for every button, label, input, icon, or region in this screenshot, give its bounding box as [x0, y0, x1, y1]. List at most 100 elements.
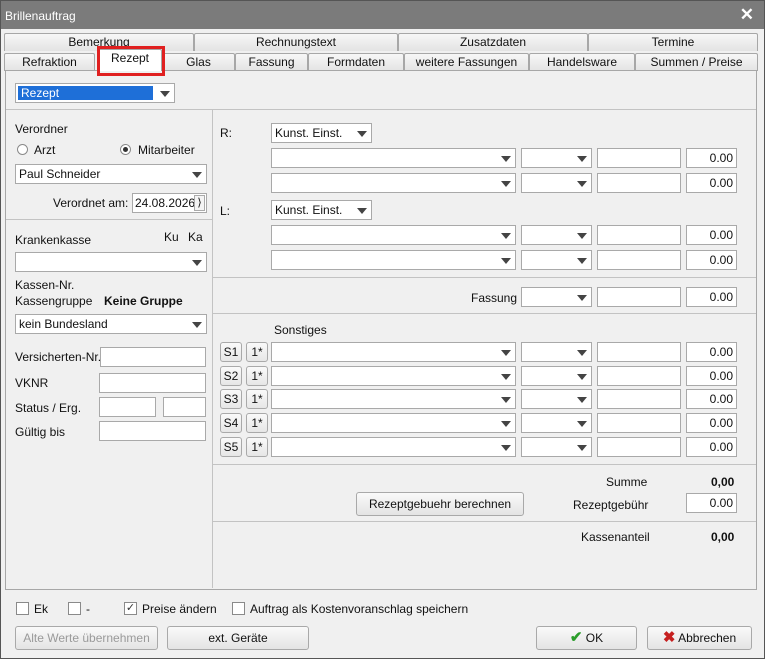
sonstiges-unit-select[interactable]	[521, 389, 592, 409]
radio-mitarbeiter[interactable]	[120, 144, 131, 155]
sonstiges-item-select[interactable]	[271, 389, 516, 409]
tab-weitere-fassungen[interactable]: weitere Fassungen	[404, 53, 529, 71]
tab-handelsware[interactable]: Handelsware	[529, 53, 635, 71]
l-price-field[interactable]: 0.00	[686, 225, 737, 245]
sonstiges-item-select[interactable]	[271, 342, 516, 362]
l-text-field[interactable]	[597, 250, 681, 270]
rezeptgebuehr-berechnen-button[interactable]: Rezeptgebuehr berechnen	[356, 492, 524, 516]
sonstiges-item-select[interactable]	[271, 413, 516, 433]
tab-fassung[interactable]: Fassung	[235, 53, 308, 71]
dash-checkbox[interactable]	[68, 602, 81, 615]
sonstiges-code-button[interactable]: S3	[220, 389, 242, 409]
status-label: Status / Erg.	[15, 401, 82, 415]
sonstiges-qty-button[interactable]: 1*	[246, 342, 268, 362]
sonstiges-code-button[interactable]: S1	[220, 342, 242, 362]
kassengruppe-value: Keine Gruppe	[104, 294, 183, 308]
tab-summen-preise[interactable]: Summen / Preise	[635, 53, 758, 71]
sonstiges-price-field[interactable]: 0.00	[686, 366, 737, 386]
sonstiges-price-field[interactable]: 0.00	[686, 342, 737, 362]
title-bar: Brillenauftrag ✕	[1, 1, 764, 29]
sonstiges-unit-select[interactable]	[521, 342, 592, 362]
tab-zusatzdaten[interactable]: Zusatzdaten	[398, 33, 588, 51]
sonstiges-price-field[interactable]: 0.00	[686, 413, 737, 433]
tab-glas[interactable]: Glas	[162, 53, 235, 71]
r-glass-select[interactable]	[271, 148, 516, 168]
r-type-select[interactable]: Kunst. Einst.	[271, 123, 372, 143]
sonstiges-text-field[interactable]	[597, 389, 681, 409]
erg-field[interactable]	[163, 397, 206, 417]
sonstiges-item-select[interactable]	[271, 366, 516, 386]
r-qty-select[interactable]	[521, 148, 592, 168]
active-tab-highlight	[97, 46, 165, 76]
chevron-down-icon	[501, 156, 511, 162]
gueltig-field[interactable]	[99, 421, 206, 441]
r-price-field[interactable]: 0.00	[686, 173, 737, 193]
sonstiges-code-button[interactable]: S5	[220, 437, 242, 457]
verordnet-date-value: 24.08.2026	[135, 196, 196, 210]
fassung-text-field[interactable]	[597, 287, 681, 307]
sonstiges-item-select[interactable]	[271, 437, 516, 457]
gueltig-label: Gültig bis	[15, 425, 66, 439]
sonstiges-price-field[interactable]: 0.00	[686, 389, 737, 409]
sonstiges-text-field[interactable]	[597, 413, 681, 433]
sonstiges-qty-button[interactable]: 1*	[246, 366, 268, 386]
chevron-down-icon	[577, 374, 587, 380]
sonstiges-qty-button[interactable]: 1*	[246, 413, 268, 433]
chevron-down-icon	[501, 397, 511, 403]
l-type-select[interactable]: Kunst. Einst.	[271, 200, 372, 220]
chevron-down-icon	[577, 233, 587, 239]
fassung-label: Fassung	[471, 291, 518, 305]
sonstiges-text-field[interactable]	[597, 437, 681, 457]
close-icon[interactable]: ✕	[740, 5, 754, 25]
fassung-price-field[interactable]: 0.00	[686, 287, 737, 307]
rezeptgebuehr-field[interactable]: 0.00	[686, 493, 737, 513]
tab-refraktion[interactable]: Refraktion	[4, 53, 95, 71]
bundesland-select[interactable]: kein Bundesland	[15, 314, 207, 334]
check-icon: ✔	[569, 629, 583, 646]
ok-button[interactable]: ✔ OK	[536, 626, 637, 650]
ek-checkbox[interactable]	[16, 602, 29, 615]
r-glass-select[interactable]	[271, 173, 516, 193]
l-qty-select[interactable]	[521, 250, 592, 270]
krankenkasse-select[interactable]	[15, 252, 207, 272]
sonstiges-code-button[interactable]: S2	[220, 366, 242, 386]
tab-formdaten[interactable]: Formdaten	[308, 53, 404, 71]
sonstiges-text-field[interactable]	[597, 342, 681, 362]
divider	[213, 277, 756, 278]
r-qty-select[interactable]	[521, 173, 592, 193]
alte-werte-button[interactable]: Alte Werte übernehmen	[15, 626, 158, 650]
sonstiges-unit-select[interactable]	[521, 413, 592, 433]
chevron-down-icon	[357, 131, 367, 137]
tab-termine[interactable]: Termine	[588, 33, 758, 51]
status-field[interactable]	[99, 397, 156, 417]
tab-rechnungstext[interactable]: Rechnungstext	[194, 33, 398, 51]
l-glass-select[interactable]	[271, 250, 516, 270]
abbrechen-button[interactable]: ✖ Abbrechen	[647, 626, 752, 650]
sonstiges-qty-button[interactable]: 1*	[246, 389, 268, 409]
calendar-icon[interactable]: ⟩	[194, 195, 205, 211]
employee-select[interactable]: Paul Schneider	[15, 164, 207, 184]
preise-aendern-checkbox[interactable]: ✓	[124, 602, 137, 615]
sonstiges-unit-select[interactable]	[521, 366, 592, 386]
kostenvoranschlag-checkbox[interactable]	[232, 602, 245, 615]
sonstiges-qty-button[interactable]: 1*	[246, 437, 268, 457]
r-price-field[interactable]: 0.00	[686, 148, 737, 168]
r-text-field[interactable]	[597, 173, 681, 193]
fassung-qty-select[interactable]	[521, 287, 592, 307]
ext-geraete-button[interactable]: ext. Geräte	[167, 626, 309, 650]
summe-label: Summe	[606, 475, 648, 489]
radio-arzt[interactable]	[17, 144, 28, 155]
l-price-field[interactable]: 0.00	[686, 250, 737, 270]
l-qty-select[interactable]	[521, 225, 592, 245]
l-text-field[interactable]	[597, 225, 681, 245]
sonstiges-unit-select[interactable]	[521, 437, 592, 457]
vknr-field[interactable]	[99, 373, 206, 393]
sonstiges-text-field[interactable]	[597, 366, 681, 386]
versicherten-label: Versicherten-Nr.	[15, 350, 102, 364]
l-glass-select[interactable]	[271, 225, 516, 245]
sonstiges-code-button[interactable]: S4	[220, 413, 242, 433]
versicherten-field[interactable]	[100, 347, 206, 367]
mode-select[interactable]: Rezept	[15, 83, 175, 103]
sonstiges-price-field[interactable]: 0.00	[686, 437, 737, 457]
r-text-field[interactable]	[597, 148, 681, 168]
